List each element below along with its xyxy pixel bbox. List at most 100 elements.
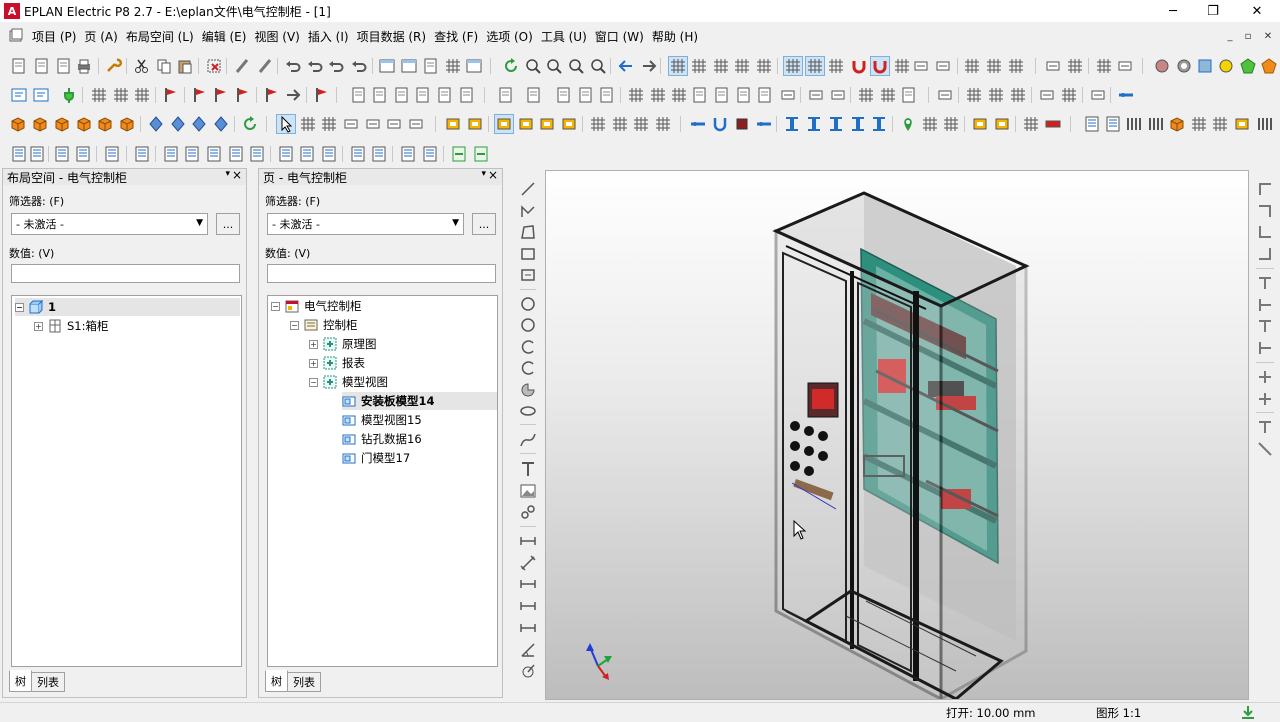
tree-node-page-14[interactable]: 安装板模型14 [342, 392, 497, 410]
box-h-icon[interactable] [1233, 115, 1251, 133]
error-icon[interactable] [313, 86, 331, 104]
pos-icon[interactable] [1044, 57, 1062, 75]
value-input[interactable] [11, 264, 240, 283]
tree-node-cabinet[interactable]: − 控制柜 [290, 316, 358, 334]
dimension-linear-icon[interactable] [519, 532, 537, 550]
cross-connect-b-icon[interactable] [1256, 390, 1274, 408]
bracket-c-icon[interactable] [827, 115, 845, 133]
bracket-b-icon[interactable] [805, 115, 823, 133]
step-a-icon[interactable] [963, 57, 981, 75]
terminal-a-icon[interactable] [90, 86, 108, 104]
expand-icon[interactable]: + [309, 358, 318, 368]
yellow-circle-icon[interactable] [1217, 57, 1235, 75]
zoom-fit-icon[interactable] [589, 57, 607, 75]
doc-d-icon[interactable] [414, 86, 432, 104]
macro-b-icon[interactable] [649, 86, 667, 104]
report-p-icon[interactable] [370, 145, 388, 163]
macro-h-icon[interactable] [779, 86, 797, 104]
ring-icon[interactable] [1175, 57, 1193, 75]
frame-b-icon[interactable] [829, 86, 847, 104]
screen-icon[interactable] [465, 57, 483, 75]
zoom-in-icon[interactable] [545, 57, 563, 75]
copper-c-icon[interactable] [1022, 115, 1040, 133]
dimension-aligned-icon[interactable] [519, 554, 537, 572]
corner-up-right-icon[interactable] [1256, 223, 1274, 241]
plc-icon[interactable] [162, 86, 180, 104]
view-d-icon[interactable] [212, 115, 230, 133]
mirror-b-icon[interactable] [1060, 86, 1078, 104]
window-tile-icon[interactable] [400, 57, 418, 75]
corner-up-left-icon[interactable] [1256, 245, 1274, 263]
terminal-b-icon[interactable] [112, 86, 130, 104]
select-cursor-icon[interactable] [276, 114, 296, 134]
navigator-b-icon[interactable] [32, 86, 50, 104]
component-icon[interactable] [733, 115, 751, 133]
location-icon[interactable] [899, 115, 917, 133]
circle-3pt-tool-icon[interactable] [519, 316, 537, 334]
cube-b-icon[interactable] [31, 115, 49, 133]
corner-down-left-icon[interactable] [1256, 202, 1274, 220]
part-d-icon[interactable] [517, 115, 535, 133]
cube-a-icon[interactable] [9, 115, 27, 133]
grid-c-icon[interactable] [712, 57, 730, 75]
menu-options[interactable]: 选项 (O) [482, 28, 537, 45]
arc-tool-icon[interactable] [519, 338, 537, 356]
report-f-icon[interactable] [133, 145, 151, 163]
tab-tree[interactable]: 树 [9, 670, 32, 692]
report-g-icon[interactable] [162, 145, 180, 163]
window-icon[interactable] [378, 57, 396, 75]
doc-g-icon[interactable] [497, 86, 515, 104]
new-project-icon[interactable] [10, 57, 28, 75]
busbar-icon[interactable] [755, 115, 773, 133]
connection-b-icon[interactable] [284, 86, 302, 104]
layout-tree[interactable]: − 1 + S1:箱柜 [11, 295, 242, 667]
pages-tree[interactable]: − 电气控制柜 − 控制柜 + 原理图 + 报表 − 模型视图 安装板模型14 [267, 295, 498, 667]
image-tool-icon[interactable] [519, 482, 537, 500]
doc-j-icon[interactable] [577, 86, 595, 104]
cable-duct-icon[interactable] [711, 115, 729, 133]
wire-e-icon[interactable] [921, 115, 939, 133]
align-c-icon[interactable] [1009, 86, 1027, 104]
cable-c-icon[interactable] [234, 86, 252, 104]
doc-i-icon[interactable] [555, 86, 573, 104]
menu-view[interactable]: 视图 (V) [250, 28, 303, 45]
report-c-icon[interactable] [53, 145, 71, 163]
cube-f-icon[interactable] [118, 115, 136, 133]
menu-tools[interactable]: 工具 (U) [537, 28, 591, 45]
report-r-icon[interactable] [421, 145, 439, 163]
align-b-icon[interactable] [987, 86, 1005, 104]
tree-node-s1-cabinet[interactable]: + S1:箱柜 [34, 317, 109, 335]
red-bar-icon[interactable] [1044, 115, 1062, 133]
delete-icon[interactable] [205, 57, 223, 75]
tree-node-page-17[interactable]: 门模型17 [342, 449, 410, 467]
view-b-icon[interactable] [169, 115, 187, 133]
cut-icon[interactable] [133, 57, 151, 75]
tab-list[interactable]: 列表 [287, 672, 321, 692]
din-rail-icon[interactable] [689, 115, 707, 133]
cart-icon[interactable] [1095, 57, 1113, 75]
circle-tool-icon[interactable] [519, 295, 537, 313]
menu-find[interactable]: 查找 (F) [430, 28, 482, 45]
doc-c-icon[interactable] [393, 86, 411, 104]
menu-layout-space[interactable]: 布局空间 (L) [122, 28, 198, 45]
restore-button[interactable]: ❐ [1190, 0, 1236, 22]
mdi-minimize-button[interactable]: _ [1222, 28, 1238, 44]
text-tool-icon[interactable] [519, 460, 537, 478]
break-icon[interactable] [1256, 418, 1274, 436]
page-icon[interactable] [422, 57, 440, 75]
filter-more-button[interactable]: ... [472, 213, 496, 235]
undo-icon[interactable] [284, 57, 302, 75]
red-circle-icon[interactable] [1153, 57, 1171, 75]
panel-menu-icon[interactable]: ▾ [225, 169, 230, 179]
corner-down-right-icon[interactable] [1256, 180, 1274, 198]
list-a-icon[interactable] [1083, 115, 1101, 133]
text-icon[interactable] [1116, 57, 1134, 75]
polyline-tool-icon[interactable] [519, 202, 537, 220]
tree-node-root[interactable]: − 1 [15, 298, 240, 316]
undo-list-icon[interactable] [306, 57, 324, 75]
macro-c-icon[interactable] [670, 86, 688, 104]
symbol-icon[interactable] [893, 57, 911, 75]
tree-node-reports[interactable]: + 报表 [309, 354, 365, 372]
mdi-system-icon[interactable] [8, 28, 24, 44]
report-h-icon[interactable] [183, 145, 201, 163]
